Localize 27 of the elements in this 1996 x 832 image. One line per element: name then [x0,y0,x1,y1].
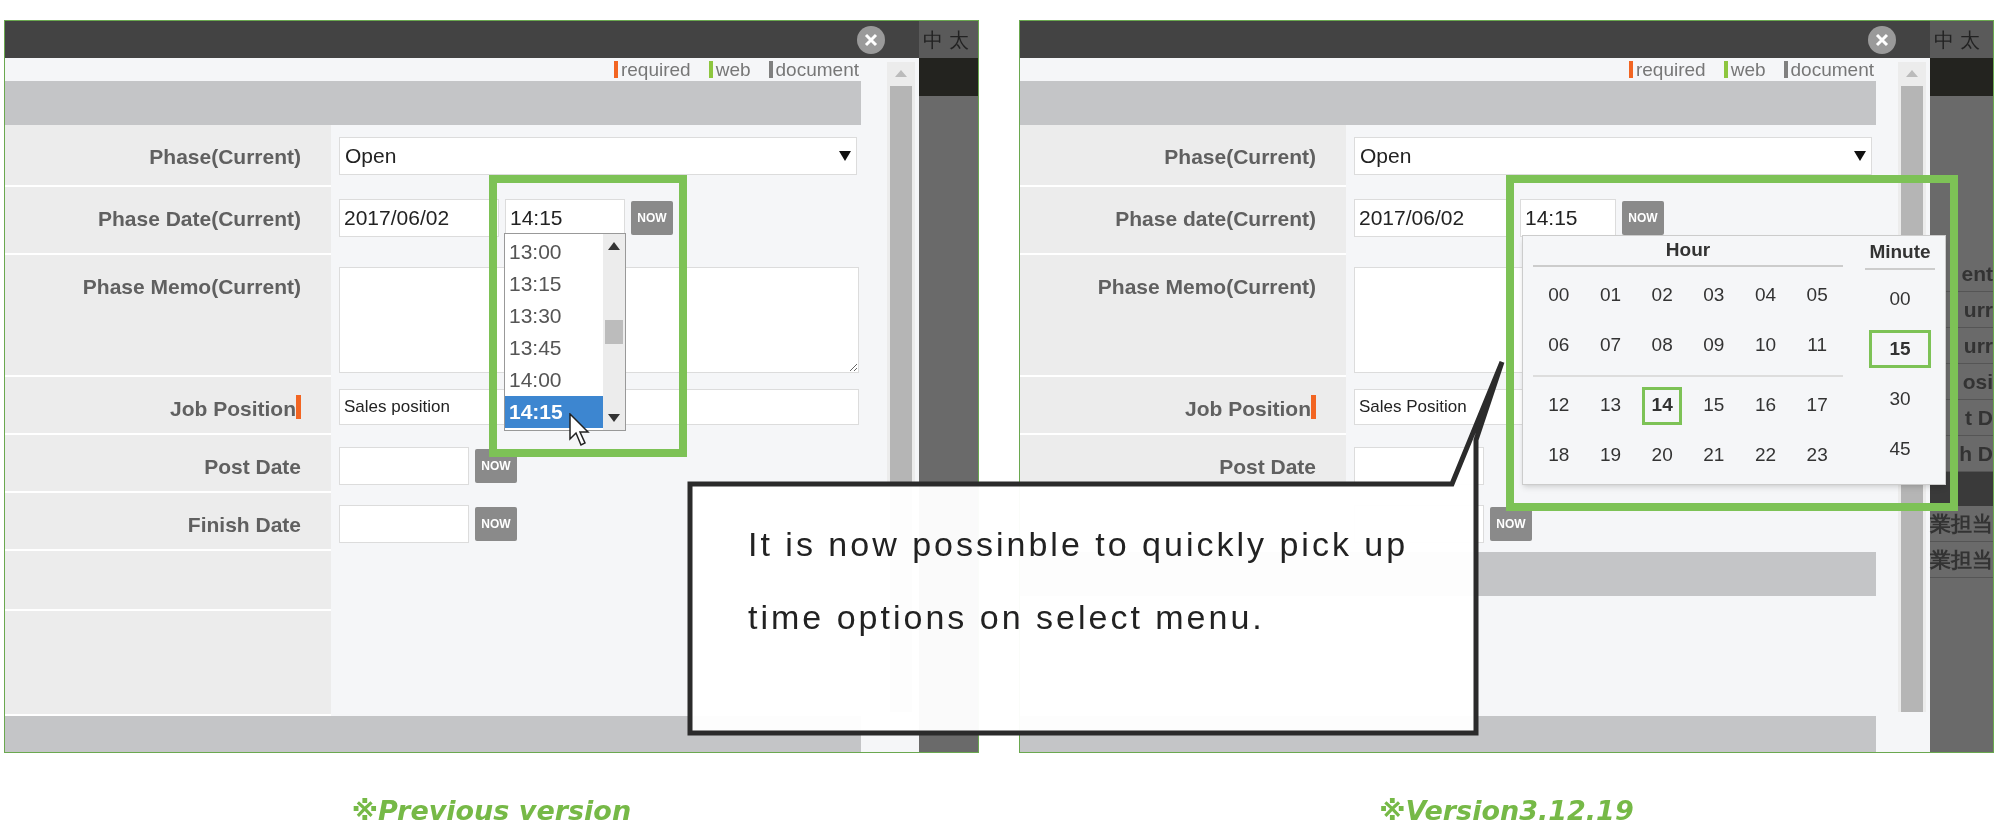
field-label: Phase date(Current) [1115,206,1316,232]
callout-text: It is now possinble to quickly pick up time options on select menu. [748,524,1410,638]
caption: ※Previous version [351,794,632,828]
field-label: Phase(Current) [1164,144,1316,170]
field-label: Post Date [1219,454,1316,480]
field-label: Phase Memo(Current) [1097,274,1316,300]
field-label: Job Position [170,396,296,422]
legend-label: web [1730,60,1766,79]
caption: ※Version3.12.19 [1379,794,1634,828]
field-label: Phase Memo(Current) [82,274,301,300]
legend-label: required [620,60,691,79]
field-label: Phase Date(Current) [97,206,301,232]
field-label: Job Position [1185,396,1311,422]
legend-label: document [775,60,859,79]
background-text: osi [1962,368,1993,395]
field-label: Phase(Current) [149,144,301,170]
legend-label: required [1635,60,1706,79]
field-label: Finish Date [187,512,301,538]
background-text: ent [1961,260,1993,287]
background-text: 中 太 [923,27,969,53]
background-text: t D [1965,404,1993,431]
legend-label: web [715,60,751,79]
picker-heading: Minute [1869,239,1931,264]
background-text: 中 太 [1934,27,1980,53]
legend-label: document [1790,60,1874,79]
picker-heading: Hour [1665,238,1711,262]
field-label: Post Date [204,454,301,480]
